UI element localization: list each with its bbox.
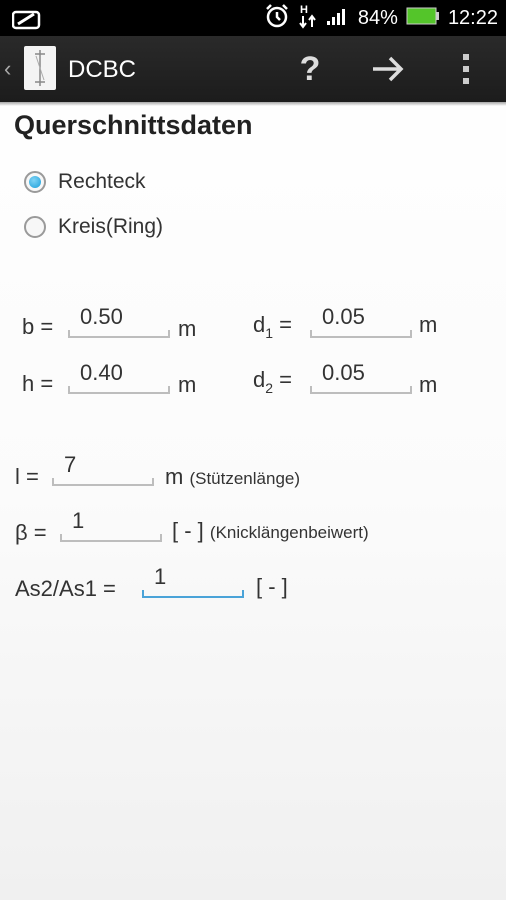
clock: 12:22 <box>447 6 498 29</box>
action-bar-shadow <box>0 102 506 106</box>
d2-input[interactable]: 0.05 <box>310 360 412 394</box>
l-unit-note: m (Stützenlänge) <box>165 464 301 489</box>
l-label: l = <box>15 464 39 489</box>
beta-input[interactable]: 1 <box>60 508 162 542</box>
d2-value: 0.05 <box>322 360 365 385</box>
radio-label: Kreis(Ring) <box>58 215 164 238</box>
arrow-right-icon <box>373 56 404 82</box>
as-ratio-unit: [ - ] <box>256 574 288 599</box>
svg-text:H: H <box>300 4 308 16</box>
help-icon: ? <box>299 49 321 88</box>
as-ratio-input[interactable]: 1 <box>142 564 244 598</box>
beta-value: 1 <box>72 508 85 533</box>
radio-rechteck[interactable]: Rechteck <box>24 170 146 194</box>
l-value: 7 <box>64 452 77 477</box>
d1-input[interactable]: 0.05 <box>310 304 412 338</box>
h-value: 0.40 <box>80 360 123 385</box>
overflow-menu-button[interactable] <box>442 46 490 92</box>
b-value: 0.50 <box>80 304 123 329</box>
battery-percent: 84% <box>357 6 398 29</box>
as-ratio-label: As2/As1 = <box>15 576 116 601</box>
d1-label: d1 = <box>253 312 293 341</box>
d1-unit: m <box>419 312 438 337</box>
app-logo-icon[interactable] <box>24 46 56 90</box>
b-input[interactable]: 0.50 <box>68 304 170 338</box>
action-bar: ‹ DCBC ? <box>0 36 506 102</box>
radio-kreis-ring[interactable]: Kreis(Ring) <box>24 215 163 239</box>
battery-icon <box>406 6 440 31</box>
beta-unit-note: [ - ] (Knicklängenbeiwert) <box>172 518 369 543</box>
h-label: h = <box>22 371 54 396</box>
radio-label: Rechteck <box>58 170 146 193</box>
h-unit: m <box>178 372 197 397</box>
signal-icon <box>326 6 350 31</box>
d2-unit: m <box>419 372 438 397</box>
more-vert-icon <box>463 54 469 84</box>
help-button[interactable]: ? <box>286 46 334 92</box>
b-label: b = <box>22 314 54 339</box>
d2-label: d2 = <box>253 367 293 396</box>
b-unit: m <box>178 316 197 341</box>
app-title: DCBC <box>68 56 137 83</box>
alarm-icon <box>264 3 290 34</box>
section-title: Querschnittsdaten <box>14 110 253 140</box>
radio-button-checked[interactable] <box>24 171 46 193</box>
beta-label: β = <box>15 520 47 545</box>
radio-button[interactable] <box>24 216 46 238</box>
as-ratio-value: 1 <box>154 564 167 589</box>
h-input[interactable]: 0.40 <box>68 360 170 394</box>
notification-icon <box>11 8 42 35</box>
status-bar: H 84% 12:22 <box>0 0 506 36</box>
back-caret-icon[interactable]: ‹ <box>4 56 11 82</box>
d1-value: 0.05 <box>322 304 365 329</box>
data-transfer-icon: H <box>298 2 318 35</box>
l-input[interactable]: 7 <box>52 452 154 486</box>
next-button[interactable] <box>364 46 412 92</box>
